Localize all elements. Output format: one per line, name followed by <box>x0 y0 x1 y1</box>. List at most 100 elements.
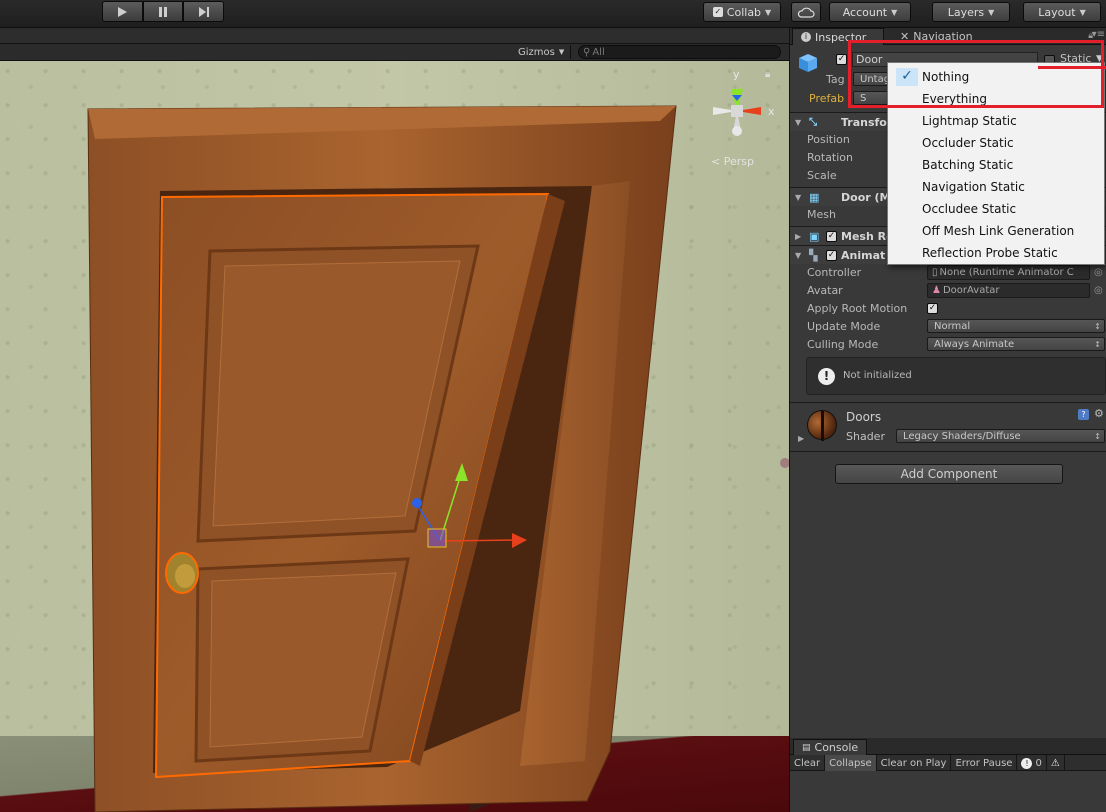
avatar-row: Avatar ♟ DoorAvatar ◎ <box>790 281 1106 299</box>
console-toolbar: Clear Collapse Clear on Play Error Pause… <box>790 755 1106 771</box>
controller-label: Controller <box>807 265 862 279</box>
scene-toolbar: Gizmos ▼ ⚲ All <box>0 44 789 61</box>
axis-y-label: y <box>733 68 740 81</box>
console-tab-bar: ▤ Console <box>790 738 1106 755</box>
clear-on-play-toggle[interactable]: Clear on Play <box>877 755 952 771</box>
unity-editor-window: ✓ Collab ▼ Account ▼ Layers ▼ Layout ▼ G… <box>0 0 1106 812</box>
update-mode-dropdown[interactable]: Normal ↕ <box>927 319 1105 333</box>
collab-label: Collab <box>726 5 762 19</box>
search-placeholder: All <box>592 46 605 58</box>
animator-enabled-checkbox[interactable]: ✓ <box>826 249 837 261</box>
tab-console[interactable]: ▤ Console <box>793 739 868 755</box>
transform-icon: ⤡ <box>809 116 817 128</box>
updown-icon: ↕ <box>1094 321 1101 331</box>
account-label: Account <box>842 5 888 19</box>
gizmos-dropdown[interactable]: Gizmos ▼ <box>512 45 572 59</box>
main-toolbar: ✓ Collab ▼ Account ▼ Layers ▼ Layout ▼ <box>0 0 1106 28</box>
check-icon: ✓ <box>712 7 723 17</box>
step-button[interactable] <box>183 1 225 22</box>
apply-root-motion-checkbox[interactable]: ✓ <box>927 302 938 314</box>
mesh-filter-title: Door (M <box>841 190 891 204</box>
info-exclamation-icon: ! <box>818 368 835 385</box>
caret-down-icon: ▼ <box>988 7 995 17</box>
cloud-icon <box>797 7 815 18</box>
caret-down-icon: ▼ <box>558 48 565 56</box>
account-dropdown[interactable]: Account ▼ <box>829 2 911 22</box>
perspective-label[interactable]: < Persp <box>711 155 754 168</box>
fold-down-icon: ▼ <box>795 192 802 202</box>
clear-button[interactable]: Clear <box>790 755 826 771</box>
shader-label: Shader <box>846 430 885 443</box>
rotation-label: Rotation <box>807 150 854 164</box>
file-icon: ▯ <box>932 266 938 278</box>
highlight-annotation-underline <box>1038 66 1106 69</box>
menu-item-occluder-static[interactable]: Occluder Static <box>888 132 1104 154</box>
avatar-label: Avatar <box>807 283 843 297</box>
scene-search-input[interactable]: ⚲ All <box>578 45 781 59</box>
menu-item-off-mesh-link-generation[interactable]: Off Mesh Link Generation <box>888 220 1104 242</box>
playback-controls <box>102 1 225 22</box>
menu-item-reflection-probe-static[interactable]: Reflection Probe Static <box>888 242 1104 264</box>
material-preview[interactable] <box>807 410 837 441</box>
caret-down-icon: ▼ <box>765 7 772 17</box>
updown-icon: ↕ <box>1094 431 1101 441</box>
gear-icon[interactable]: ⚙ <box>1094 407 1104 420</box>
play-icon <box>118 6 128 17</box>
mesh-label: Mesh <box>807 207 836 221</box>
mesh-filter-icon: ▦ <box>809 190 820 204</box>
layers-dropdown[interactable]: Layers ▼ <box>932 2 1010 22</box>
material-name: Doors <box>846 410 882 424</box>
collab-button[interactable]: ✓ Collab ▼ <box>703 2 781 22</box>
pause-button[interactable] <box>142 1 184 22</box>
door-model: y x <box>87 68 789 812</box>
object-picker-icon[interactable]: ◎ <box>1094 285 1103 296</box>
update-mode-row: Update Mode Normal ↕ <box>790 317 1106 335</box>
gizmos-label: Gizmos <box>518 46 555 58</box>
layout-label: Layout <box>1038 5 1076 19</box>
axis-x-label: x <box>768 105 775 118</box>
layout-dropdown[interactable]: Layout ▼ <box>1023 2 1101 22</box>
warning-toggle[interactable]: ⚠ <box>1047 755 1065 771</box>
info-icon: i <box>801 32 811 42</box>
controller-field[interactable]: ▯ None (Runtime Animator C <box>927 264 1090 280</box>
mesh-renderer-title: Mesh Re <box>841 229 894 243</box>
layers-label: Layers <box>947 5 985 19</box>
cloud-button[interactable] <box>791 2 821 22</box>
caret-down-icon: ▼ <box>891 7 898 17</box>
fold-right-icon[interactable]: ▶ <box>798 434 804 443</box>
tag-label: Tag <box>826 72 845 86</box>
updown-icon: ↕ <box>1094 339 1101 349</box>
menu-item-lightmap-static[interactable]: Lightmap Static <box>888 110 1104 132</box>
menu-item-occludee-static[interactable]: Occludee Static <box>888 198 1104 220</box>
error-pause-toggle[interactable]: Error Pause <box>951 755 1018 771</box>
object-picker-icon[interactable]: ◎ <box>1094 267 1103 278</box>
animator-icon: ▚ <box>809 248 818 262</box>
orientation-gizmo <box>713 89 761 136</box>
search-icon: ⚲ <box>583 46 591 58</box>
culling-mode-dropdown[interactable]: Always Animate ↕ <box>927 337 1105 351</box>
scene-viewport[interactable]: y x < Persp 🔒︎ <box>0 61 789 812</box>
shader-dropdown[interactable]: Legacy Shaders/Diffuse ↕ <box>896 429 1105 443</box>
console-panel: ▤ Console Clear Collapse Clear on Play E… <box>789 738 1106 812</box>
mesh-renderer-enabled-checkbox[interactable]: ✓ <box>826 230 837 242</box>
culling-mode-label: Culling Mode <box>807 337 879 351</box>
mesh-renderer-icon: ▣ <box>809 229 820 243</box>
play-button[interactable] <box>102 1 143 22</box>
tab-console-label: Console <box>814 741 859 754</box>
collapse-toggle[interactable]: Collapse <box>825 755 877 771</box>
pause-icon <box>159 6 167 17</box>
lock-icon[interactable]: 🔒︎ <box>765 69 770 80</box>
avatar-field[interactable]: ♟ DoorAvatar <box>927 282 1090 298</box>
panel-menu-icon[interactable]: ▾≡ <box>1092 29 1105 40</box>
caret-down-icon: ▼ <box>1079 7 1086 17</box>
active-checkbox[interactable]: ✓ <box>836 54 847 65</box>
menu-item-batching-static[interactable]: Batching Static <box>888 154 1104 176</box>
help-icon[interactable]: ? <box>1078 409 1089 420</box>
error-count-toggle[interactable]: ! 0 <box>1017 755 1047 771</box>
fold-right-icon: ▶ <box>795 231 802 241</box>
highlight-annotation-box <box>848 40 1104 108</box>
menu-item-navigation-static[interactable]: Navigation Static <box>888 176 1104 198</box>
add-component-button[interactable]: Add Component <box>835 464 1063 484</box>
error-count: 0 <box>1035 757 1042 769</box>
fold-down-icon: ▼ <box>795 250 802 260</box>
